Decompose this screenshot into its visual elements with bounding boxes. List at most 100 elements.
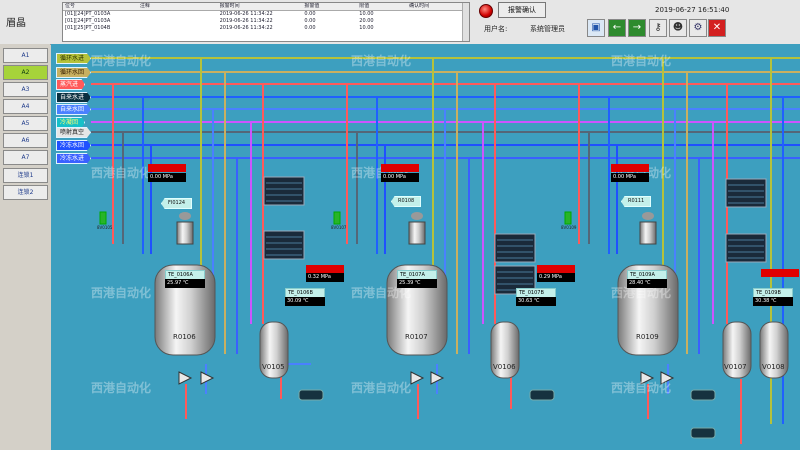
pipe-label-chill-return: 冷冻水回 xyxy=(56,140,92,151)
watermark: 西港自动化 xyxy=(91,54,152,68)
pressure-unit: MPa xyxy=(625,174,636,180)
cell xyxy=(140,18,220,25)
settings-icon[interactable]: ⚙ xyxy=(689,19,707,37)
col-header: 限值 xyxy=(359,3,370,9)
cell: 2019-06-26 11:34:22 xyxy=(219,18,273,24)
watermark: 西港自动化 xyxy=(611,381,672,395)
pressure-alarm-indicator xyxy=(381,164,419,172)
close-icon[interactable]: ✕ xyxy=(708,19,726,37)
valve-label: 8V0109 xyxy=(561,225,577,230)
col-header: 位号 xyxy=(65,3,76,9)
pipe-label-tap-in: 自来水进 xyxy=(56,92,92,103)
cell: [01][25]PT_0104B xyxy=(65,25,111,31)
alarm-table[interactable]: 位号 注释 报警时间 报警值 限值 确认时间 [01][24]PT_0103A … xyxy=(62,2,470,42)
aux-temp-readout: 30.38 ℃ xyxy=(753,297,793,306)
app-title: 眉晶 xyxy=(6,18,26,29)
temp-readout: 28.40 ℃ xyxy=(627,279,667,288)
pressure-value: 0.00 xyxy=(150,174,162,180)
alarm-scrollbar[interactable] xyxy=(462,3,469,41)
pipe-label-cw-in: 循环水进 xyxy=(56,53,92,64)
watermark: 西港自动化 xyxy=(91,166,152,180)
nav-a5[interactable]: A5 xyxy=(3,116,48,131)
valve-label: 8V0107 xyxy=(331,225,347,230)
temp-value: 25.97 xyxy=(167,280,182,286)
user-value: 系统管理员 xyxy=(530,25,565,33)
monitor-icon[interactable]: ▣ xyxy=(587,19,605,37)
col-header: 注释 xyxy=(139,3,150,9)
process-canvas: 西港自动化 西港自动化 西港自动化 西港自动化 西港自动化 西港自动化 西港自动… xyxy=(51,44,800,450)
pressure-readout: 0.00 MPa xyxy=(611,173,649,182)
watermark: 西港自动化 xyxy=(91,381,152,395)
cell: 10.00 xyxy=(359,11,374,17)
pipe-label-cw-return: 循环水回 xyxy=(56,67,92,78)
pressure-value: 0.00 xyxy=(383,174,395,180)
temp-readout: 25.97 ℃ xyxy=(165,279,205,288)
aux-temp-unit: ℃ xyxy=(302,298,309,304)
watermark: 西港自动化 xyxy=(91,286,152,300)
table-row[interactable]: [01][25]PT_0104B 2019-06-26 11:34:22 0.0… xyxy=(63,25,469,32)
watermark: 西港自动化 xyxy=(351,381,412,395)
cell xyxy=(140,11,220,18)
nav-a4[interactable]: A4 xyxy=(3,99,48,114)
keys-icon[interactable]: ⚷ xyxy=(649,19,667,37)
level-indicator xyxy=(99,211,572,225)
nav-a6[interactable]: A6 xyxy=(3,133,48,148)
press-alarm-box xyxy=(761,269,799,277)
press-alarm-readout: 0.29 MPa xyxy=(537,273,575,282)
press-alarm-unit: MPa xyxy=(320,274,331,280)
nav-a7[interactable]: A7 xyxy=(3,150,48,165)
forward-arrow-icon[interactable]: → xyxy=(628,19,646,37)
pressure-alarm-indicator xyxy=(148,164,186,172)
user-label: 用户名: xyxy=(484,25,508,33)
pipe-label-vacuum: 喷射真空 xyxy=(56,127,92,138)
cell: 2019-06-26 11:34:22 xyxy=(219,25,273,31)
watermark: 西港自动化 xyxy=(351,54,412,68)
pipe-label-condensate: 冷凝回 xyxy=(56,117,86,128)
nav-interlock-2[interactable]: 连锁2 xyxy=(3,185,48,200)
valve xyxy=(178,371,675,385)
nav-a2[interactable]: A2 xyxy=(3,65,48,80)
pressure-value: 0.00 xyxy=(613,174,625,180)
aux-temp-value: 30.63 xyxy=(518,298,533,304)
watermark: 西港自动化 xyxy=(611,54,672,68)
cell xyxy=(409,11,469,18)
aux-temp-value: 30.38 xyxy=(755,298,770,304)
pump xyxy=(298,389,716,439)
pressure-readout: 0.00 MPa xyxy=(381,173,419,182)
temp-unit: ℃ xyxy=(644,280,651,286)
press-alarm-box xyxy=(537,265,575,273)
flow-tag[interactable]: R0111 xyxy=(621,196,652,207)
user-icon[interactable]: ☻ xyxy=(669,19,687,37)
flow-tag[interactable]: FI0124 xyxy=(161,198,193,209)
press-alarm-box xyxy=(306,265,344,273)
press-alarm-readout: 0.32 MPa xyxy=(306,273,344,282)
table-row[interactable]: [01][24]PT_0103A 2019-06-26 11:34:22 0.0… xyxy=(63,11,469,18)
temp-unit: ℃ xyxy=(182,280,189,286)
aux-temp-unit: ℃ xyxy=(533,298,540,304)
reactor-label: R0106 xyxy=(173,333,196,341)
pipe-network xyxy=(91,57,800,444)
aux-temp-readout: 30.09 ℃ xyxy=(285,297,325,306)
cell: 0.00 xyxy=(304,25,316,31)
cell xyxy=(409,18,469,25)
cell: [01][24]PT_0103A xyxy=(65,11,111,17)
temp-value: 28.40 xyxy=(629,280,644,286)
cell: 0.00 xyxy=(304,18,316,24)
col-header: 确认时间 xyxy=(409,3,430,9)
nav-a3[interactable]: A3 xyxy=(3,82,48,97)
pressure-unit: MPa xyxy=(162,174,173,180)
alarm-ack-button[interactable]: 报警确认 xyxy=(498,2,546,18)
alarm-table-header: 位号 注释 报警时间 报警值 限值 确认时间 xyxy=(63,3,469,11)
cell xyxy=(409,25,469,32)
flow-tag[interactable]: R0108 xyxy=(391,196,422,207)
temp-unit: ℃ xyxy=(414,280,421,286)
alarm-lamp-icon xyxy=(479,4,493,18)
nav-a1[interactable]: A1 xyxy=(3,48,48,63)
cell: 2019-06-26 11:34:22 xyxy=(219,11,273,17)
back-arrow-icon[interactable]: ← xyxy=(608,19,626,37)
nav-interlock-1[interactable]: 连锁1 xyxy=(3,168,48,183)
table-row[interactable]: [01][24]PT_0103A 2019-06-26 11:34:22 0.0… xyxy=(63,18,469,25)
pressure-unit: MPa xyxy=(395,174,406,180)
cell: [01][24]PT_0103A xyxy=(65,18,111,24)
left-nav: A1 A2 A3 A4 A5 A6 A7 连锁1 连锁2 xyxy=(0,44,50,450)
